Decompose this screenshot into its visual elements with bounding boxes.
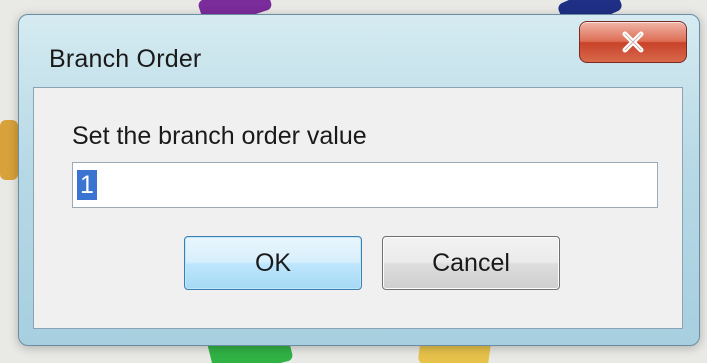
cancel-button[interactable]: Cancel (382, 236, 560, 290)
input-selected-value: 1 (77, 170, 97, 200)
title-bar[interactable]: Branch Order (19, 15, 699, 87)
prompt-label: Set the branch order value (72, 122, 367, 150)
branch-order-input[interactable]: 1 (72, 162, 658, 208)
close-button[interactable] (579, 21, 687, 63)
dialog-content: Set the branch order value 1 OK Cancel (33, 87, 683, 329)
ok-button[interactable]: OK (184, 236, 362, 290)
close-icon (616, 25, 650, 59)
branch-order-dialog: Branch Order Set the branch order value … (18, 14, 700, 346)
desktop-background: Branch Order Set the branch order value … (0, 0, 707, 363)
background-stroke-orange (0, 120, 18, 180)
dialog-title: Branch Order (49, 45, 202, 73)
